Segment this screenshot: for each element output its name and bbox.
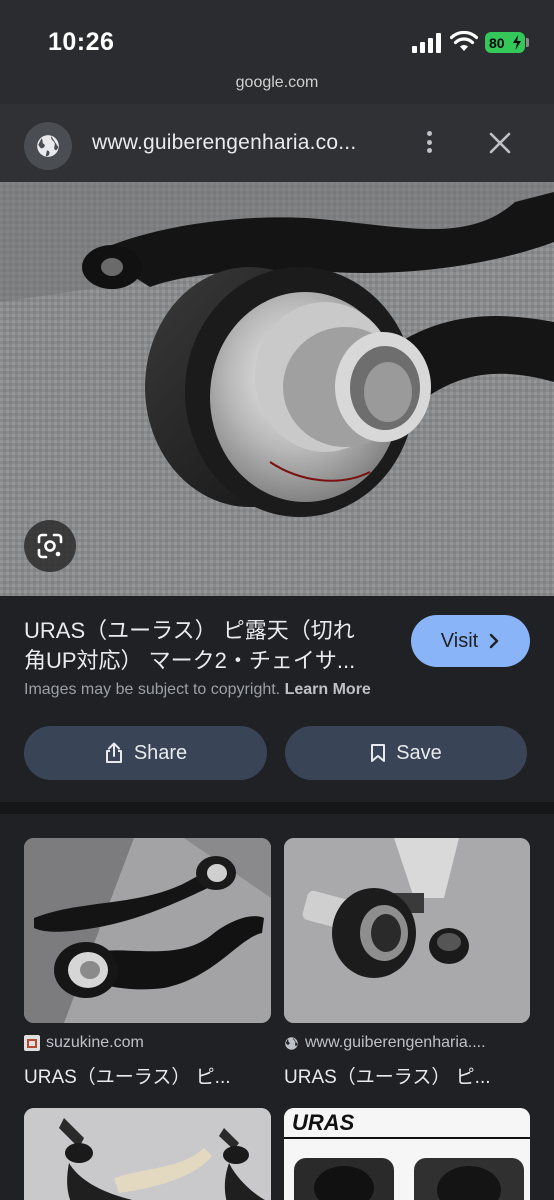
source-header: www.guiberengenharia.co... (0, 104, 554, 182)
uras-logo: URAS (292, 1110, 355, 1135)
copyright-text: Images may be subject to copyright. (24, 681, 281, 698)
result-thumbnail-1[interactable] (24, 838, 271, 1023)
battery-level: 80 (489, 34, 505, 51)
site-url[interactable]: www.guiberengenharia.co... (92, 131, 356, 155)
globe-icon (37, 135, 59, 157)
chevron-right-icon (490, 633, 499, 649)
battery-indicator: 80 (485, 32, 525, 53)
browser-url[interactable]: google.com (0, 74, 554, 92)
close-button[interactable] (486, 129, 514, 157)
result-source-text: www.guiberengenharia.... (305, 1034, 486, 1051)
result-source-1[interactable]: suzukine.com (24, 1034, 144, 1052)
result-thumbnail-3[interactable] (24, 1108, 271, 1200)
cellular-signal-icon (412, 33, 441, 53)
save-label: Save (396, 741, 442, 764)
save-button[interactable]: Save (285, 726, 527, 780)
google-lens-button[interactable] (24, 520, 76, 572)
result-source-text: suzukine.com (46, 1034, 144, 1051)
result-thumbnail-4[interactable]: URAS (284, 1108, 530, 1200)
visit-label: Visit (440, 629, 479, 652)
charging-bolt-icon (513, 35, 521, 50)
copyright-notice: Images may be subject to copyright. Lear… (24, 681, 371, 699)
more-options-button[interactable] (418, 127, 440, 157)
battery-nub (526, 38, 529, 47)
status-bar: 10:26 80 google.com (0, 0, 554, 104)
main-product-image[interactable] (0, 182, 554, 596)
wifi-icon (450, 31, 478, 51)
result-thumbnail-2[interactable] (284, 838, 530, 1023)
image-info-panel: URAS（ユーラス） ピ露天（切れ 角UP対応） マーク2・チェイサ... Vi… (0, 596, 554, 802)
result-title-2[interactable]: URAS（ユーラス） ピ... (284, 1062, 491, 1089)
site-favicon-icon (24, 1035, 40, 1051)
share-label: Share (133, 741, 188, 764)
share-icon (105, 742, 122, 763)
status-time: 10:26 (48, 28, 115, 56)
visit-button[interactable]: Visit (411, 615, 530, 667)
result-title-1[interactable]: URAS（ユーラス） ピ... (24, 1062, 231, 1089)
image-title[interactable]: URAS（ユーラス） ピ露天（切れ 角UP対応） マーク2・チェイサ... (24, 616, 394, 676)
share-button[interactable]: Share (24, 726, 267, 780)
learn-more-link[interactable]: Learn More (285, 681, 371, 698)
suspension-arm-image (0, 182, 554, 596)
site-favicon (24, 122, 72, 170)
globe-icon (285, 1036, 298, 1050)
image-title-line2: 角UP対応） マーク2・チェイサ... (24, 648, 356, 673)
image-title-line1: URAS（ユーラス） ピ露天（切れ (24, 618, 355, 643)
section-divider (0, 802, 554, 814)
more-vert-icon (426, 131, 432, 136)
bookmark-icon (371, 744, 386, 762)
result-source-2[interactable]: www.guiberengenharia.... (284, 1034, 486, 1052)
image-viewer-page: 10:26 80 google.com www.guiberengenharia… (0, 0, 554, 1200)
google-lens-icon (37, 533, 63, 559)
